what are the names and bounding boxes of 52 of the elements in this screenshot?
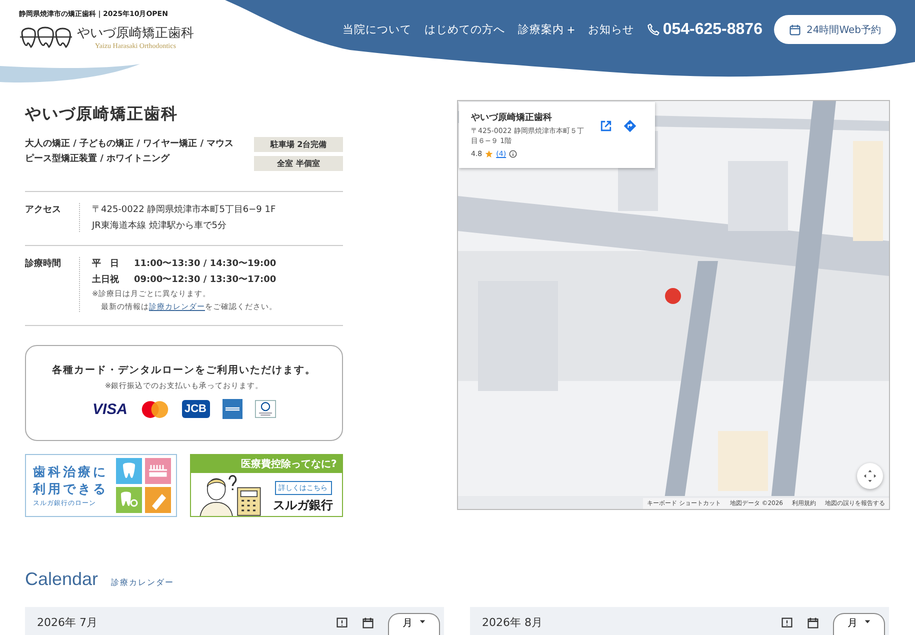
mastercard-logo bbox=[140, 400, 170, 418]
diners-club-logo bbox=[254, 399, 276, 419]
access-text: 〒425-0022 静岡県焼津市本町5丁目6−9 1F bbox=[92, 204, 276, 216]
view-dropdown[interactable]: 月 bbox=[833, 613, 885, 635]
banner-heading: 利用できる bbox=[33, 480, 108, 497]
month-label: 2026年 7月 bbox=[37, 617, 98, 629]
calendar-icon bbox=[789, 24, 802, 36]
teeth-logo-icon bbox=[19, 25, 73, 49]
banner-heading: 歯科治療に bbox=[33, 463, 108, 480]
access-text: JR東海道本線 焼津駅から車で5分 bbox=[92, 220, 228, 232]
month-label: 2026年 8月 bbox=[482, 617, 544, 629]
nav-link[interactable]: 当院について bbox=[342, 22, 412, 37]
info-icon[interactable] bbox=[509, 150, 518, 158]
feature-tag: 駐車場 2台完備 bbox=[254, 137, 343, 152]
calendar-icon[interactable] bbox=[362, 617, 374, 629]
notice-icon[interactable] bbox=[336, 617, 348, 629]
hours-label: 診療時間 bbox=[25, 257, 80, 312]
access-label: アクセス bbox=[25, 203, 80, 232]
bank-name: スルガ銀行 bbox=[273, 497, 333, 514]
calendar-title: Calendar bbox=[25, 569, 98, 590]
calendar-subtitle: 診療カレンダー bbox=[111, 577, 174, 588]
open-external-icon[interactable] bbox=[599, 119, 613, 133]
notice-icon[interactable] bbox=[781, 617, 793, 629]
directions-icon[interactable] bbox=[623, 119, 637, 133]
dental-tiles-drawing bbox=[116, 458, 172, 514]
nav-link[interactable]: 診療案内 bbox=[518, 22, 575, 37]
amex-logo bbox=[222, 399, 243, 419]
caret-icon bbox=[864, 618, 870, 625]
clinic-name: やいづ原崎矯正歯科 bbox=[25, 104, 179, 125]
place-name: やいづ原崎矯正歯科 bbox=[471, 111, 553, 124]
hours-text: 11:00〜13:30 / 14:30〜19:00 bbox=[134, 258, 276, 270]
banner-heading: 医療費控除ってなに? bbox=[191, 455, 342, 473]
phone-number[interactable]: 054-625-8876 bbox=[662, 20, 762, 38]
view-dropdown[interactable]: 月 bbox=[388, 613, 440, 635]
feature-tag: 全室 半個室 bbox=[254, 156, 343, 171]
day-label: 土日祝 bbox=[92, 273, 120, 286]
jcb-logo: JCB bbox=[182, 400, 210, 418]
caret-icon bbox=[418, 618, 426, 625]
logo-name: やいづ原崎矯正歯科 bbox=[77, 25, 194, 42]
nav-link[interactable]: はじめての方へ bbox=[424, 22, 505, 37]
phone-icon bbox=[646, 23, 660, 36]
web-reservation-button[interactable]: 24時間Web予約 bbox=[774, 15, 896, 44]
day-label: 平 日 bbox=[92, 258, 120, 270]
plus-icon bbox=[566, 26, 575, 34]
hours-text: 09:00〜12:30 / 13:30〜17:00 bbox=[134, 274, 276, 286]
move-arrows-icon bbox=[863, 469, 877, 483]
star-icon bbox=[485, 150, 494, 158]
calendar-icon[interactable] bbox=[807, 617, 819, 629]
payment-title: 各種カード・デンタルローンをご利用いただけます。 bbox=[52, 364, 316, 377]
visa-logo: VISA bbox=[92, 400, 128, 418]
treatment-list: 大人の矯正 / 子どもの矯正 / ワイヤー矯正 / マウスピース型矯正装置 / ホワイトニング bbox=[25, 137, 240, 171]
nav-link[interactable]: お知らせ bbox=[588, 22, 634, 37]
